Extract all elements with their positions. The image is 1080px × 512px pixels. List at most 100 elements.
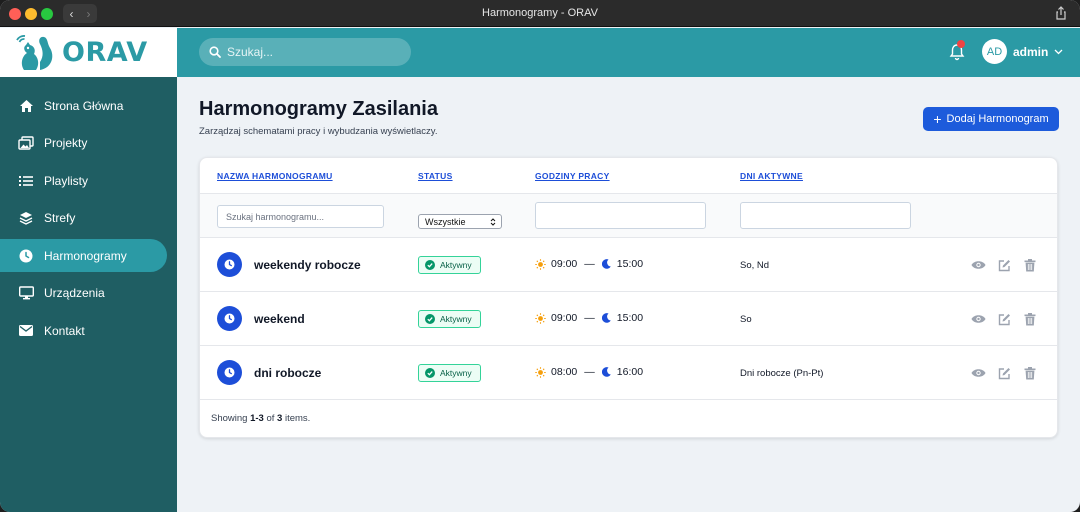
days-filter-input[interactable] xyxy=(740,202,911,229)
end-time: 15:00 xyxy=(616,312,644,324)
sort-by-days-header[interactable]: DNI AKTYWNE xyxy=(740,171,803,181)
check-circle-icon xyxy=(425,368,435,378)
global-search xyxy=(199,38,411,66)
sidebar-item-schedules[interactable]: Harmonogramy xyxy=(0,239,167,272)
sidebar-item-label: Playlisty xyxy=(44,173,89,188)
brand-logo[interactable]: ORAV xyxy=(0,28,177,77)
table-header: NAZWA HARMONOGRAMU STATUS GODZINY PRACY … xyxy=(200,158,1057,194)
user-name: admin xyxy=(1013,44,1049,59)
list-icon xyxy=(18,173,34,189)
time-separator: — xyxy=(584,312,595,324)
page-subtitle: Zarządzaj schematami pracy i wybudzania … xyxy=(199,126,438,137)
start-time: 08:00 xyxy=(551,366,578,378)
top-bar: AD admin xyxy=(177,28,1080,77)
notification-badge xyxy=(957,40,965,48)
end-time: 15:00 xyxy=(616,258,644,270)
sun-icon xyxy=(535,312,546,324)
page-title: Harmonogramy Zasilania xyxy=(199,98,438,120)
sort-by-status-header[interactable]: STATUS xyxy=(418,171,453,181)
start-time: 09:00 xyxy=(551,312,578,324)
add-schedule-label: Dodaj Harmonogram xyxy=(946,113,1049,125)
window-title: Harmonogramy - ORAV xyxy=(482,7,598,19)
summary-prefix: Showing xyxy=(211,413,251,424)
chevron-updown-icon xyxy=(490,218,496,226)
view-eye-icon[interactable] xyxy=(970,257,986,273)
add-schedule-button[interactable]: + Dodaj Harmonogram xyxy=(923,107,1059,131)
sort-by-name-header[interactable]: NAZWA HARMONOGRAMU xyxy=(217,171,333,181)
sidebar-item-label: Kontakt xyxy=(44,323,85,338)
sun-icon xyxy=(535,366,546,378)
sidebar-item-label: Urządzenia xyxy=(44,286,105,300)
active-days: So xyxy=(740,314,752,325)
row-actions xyxy=(970,365,1048,381)
end-time: 16:00 xyxy=(616,366,644,378)
table-row: weekendy robocze Aktywny 09:00 — 15:00 S… xyxy=(200,238,1057,292)
pagination-summary: Showing 1-3 of 3 items. xyxy=(211,413,310,424)
layers-icon xyxy=(18,210,34,226)
sidebar-item-label: Strefy xyxy=(44,211,76,225)
sort-by-hours-header[interactable]: GODZINY PRACY xyxy=(535,171,610,181)
view-eye-icon[interactable] xyxy=(970,311,986,327)
active-days: So, Nd xyxy=(740,260,770,271)
sidebar-item-devices[interactable]: Urządzenia xyxy=(0,277,167,310)
status-label: Aktywny xyxy=(440,260,472,270)
sidebar-item-contact[interactable]: Kontakt xyxy=(0,314,167,347)
status-filter-value: Wszystkie xyxy=(425,216,466,227)
status-filter-select[interactable]: Wszystkie xyxy=(418,214,502,229)
status-label: Aktywny xyxy=(440,314,472,324)
schedule-name: weekendy robocze xyxy=(254,258,361,272)
schedule-name: dni robocze xyxy=(254,366,322,380)
time-separator: — xyxy=(584,366,595,378)
summary-suffix: items. xyxy=(282,413,311,424)
share-icon[interactable] xyxy=(1054,6,1068,20)
delete-trash-icon[interactable] xyxy=(1022,311,1038,327)
delete-trash-icon[interactable] xyxy=(1022,257,1038,273)
plus-icon: + xyxy=(933,111,942,127)
edit-pencil-icon[interactable] xyxy=(996,311,1012,327)
edit-pencil-icon[interactable] xyxy=(996,365,1012,381)
sidebar-item-projects[interactable]: Projekty xyxy=(0,127,167,160)
moon-icon xyxy=(601,367,611,377)
sidebar: ORAV Strona Główna Projekty Playlisty St… xyxy=(0,28,177,512)
status-badge: Aktywny xyxy=(418,256,481,274)
row-actions xyxy=(970,311,1048,327)
check-circle-icon xyxy=(425,314,435,324)
name-filter-input[interactable] xyxy=(217,205,384,228)
schedule-name: weekend xyxy=(254,312,305,326)
sidebar-item-label: Projekty xyxy=(44,136,88,150)
schedule-clock-icon xyxy=(217,360,242,385)
images-icon xyxy=(18,135,34,151)
app-window: ‹ › Harmonogramy - ORAV ORAV Strona Głów… xyxy=(0,0,1080,512)
sidebar-item-label: Harmonogramy xyxy=(44,248,127,263)
schedule-clock-icon xyxy=(217,252,242,277)
working-hours: 08:00 — 16:00 xyxy=(535,366,643,378)
moon-icon xyxy=(601,259,611,269)
table-row: weekend Aktywny 09:00 — 15:00 So xyxy=(200,292,1057,346)
active-days: Dni robocze (Pn-Pt) xyxy=(740,368,824,379)
sidebar-item-playlists[interactable]: Playlisty xyxy=(0,164,167,197)
sidebar-item-zones[interactable]: Strefy xyxy=(0,202,167,235)
view-eye-icon[interactable] xyxy=(970,365,986,381)
user-menu[interactable]: AD admin xyxy=(982,39,1063,64)
title-bar: ‹ › Harmonogramy - ORAV xyxy=(0,0,1080,27)
schedule-clock-icon xyxy=(217,306,242,331)
sun-icon xyxy=(535,258,546,270)
home-icon xyxy=(18,98,34,114)
sidebar-menu: Strona Główna Projekty Playlisty Strefy xyxy=(0,89,177,347)
search-input[interactable] xyxy=(227,45,397,59)
table-row: dni robocze Aktywny 08:00 — 16:00 Dni ro… xyxy=(200,346,1057,400)
clock-icon xyxy=(18,248,34,264)
brand-name: ORAV xyxy=(62,37,148,68)
hours-filter-input[interactable] xyxy=(535,202,706,229)
delete-trash-icon[interactable] xyxy=(1022,365,1038,381)
envelope-icon xyxy=(18,323,34,339)
edit-pencil-icon[interactable] xyxy=(996,257,1012,273)
check-circle-icon xyxy=(425,260,435,270)
schedules-table: NAZWA HARMONOGRAMU STATUS GODZINY PRACY … xyxy=(199,157,1058,438)
working-hours: 09:00 — 15:00 xyxy=(535,312,643,324)
filter-row: Wszystkie xyxy=(200,194,1057,238)
sidebar-item-home[interactable]: Strona Główna xyxy=(0,89,167,122)
summary-of: of xyxy=(263,413,278,424)
summary-range: 1-3 xyxy=(250,413,264,424)
monitor-icon xyxy=(18,285,34,301)
